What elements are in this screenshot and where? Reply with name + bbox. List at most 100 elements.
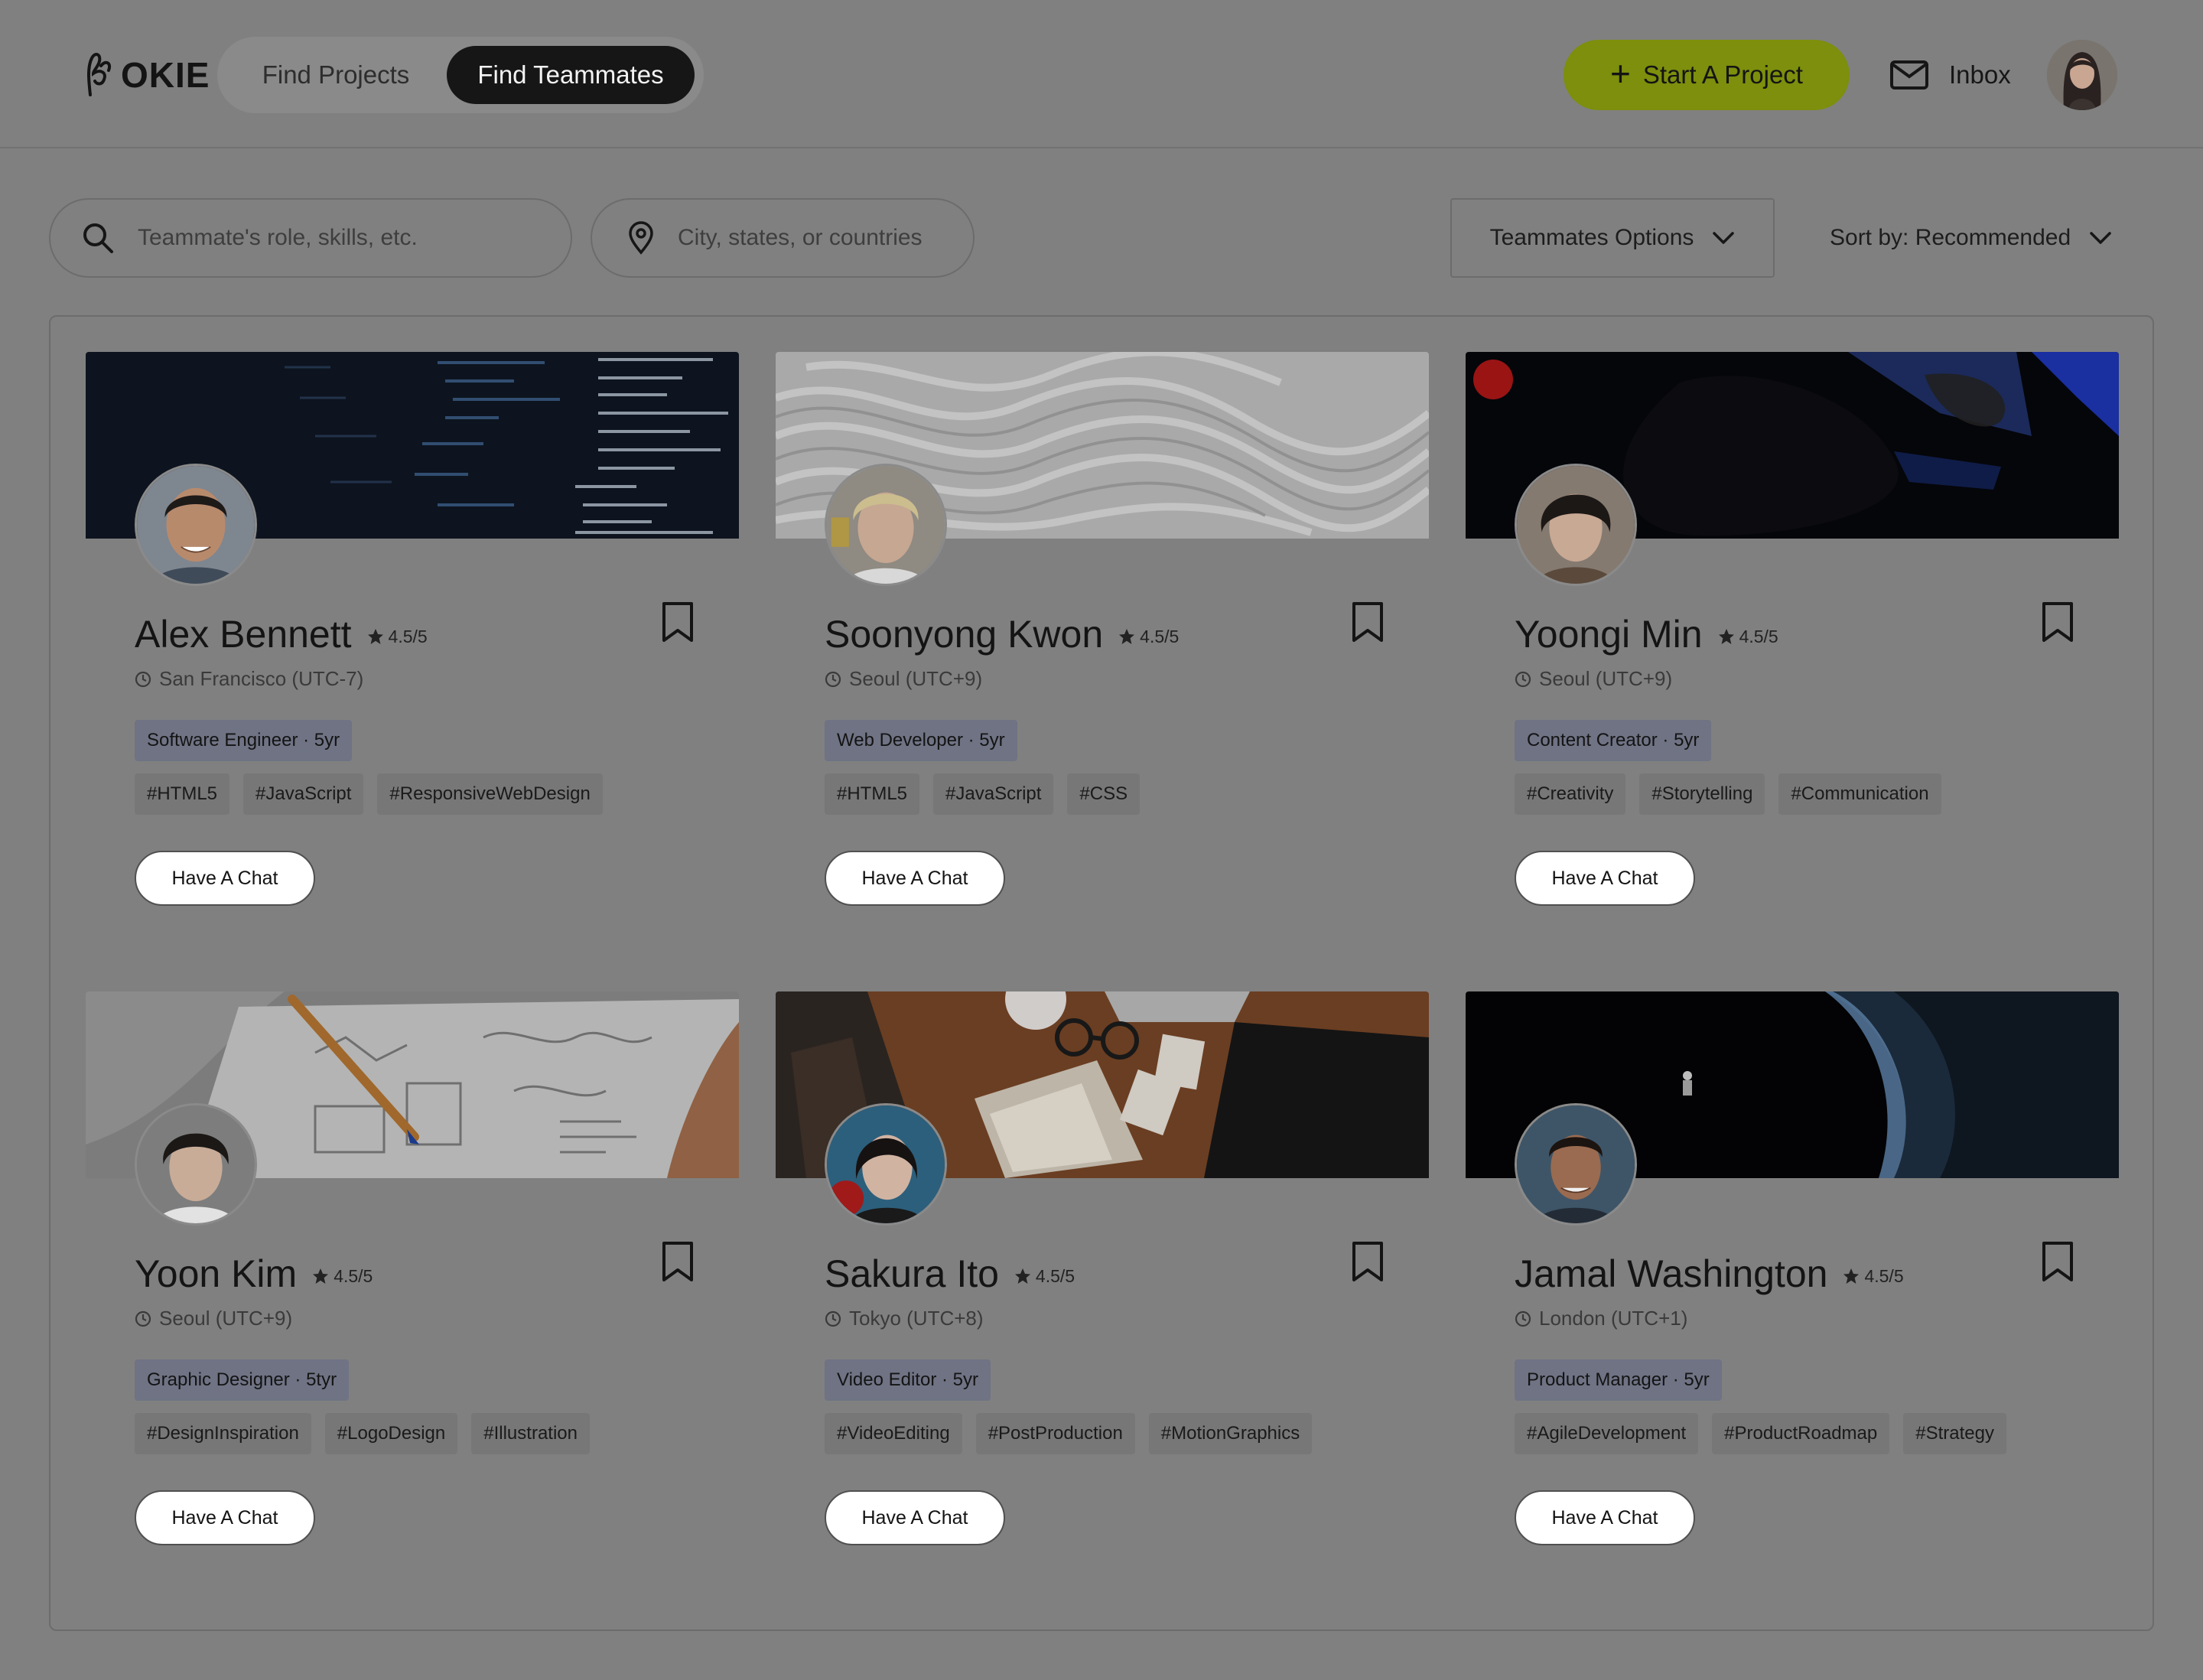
tab-find-teammates[interactable]: Find Teammates [447,46,695,104]
avatar[interactable] [135,464,257,586]
role-badge: Web Developer · 5yr [825,720,1017,761]
sort-dropdown[interactable]: Sort by: Recommended [1830,198,2113,278]
teammate-card: Sakura Ito 4.5/5 Tokyo (UTC+8) Video Edi… [776,991,1429,1545]
teammate-card: Alex Bennett 4.5/5 San Francisco (UTC-7)… [86,352,739,906]
skill-tag[interactable]: #Storytelling [1639,773,1765,815]
okie-logo-icon [87,53,111,96]
teammate-name[interactable]: Yoongi Min [1515,612,1703,656]
skill-tag[interactable]: #Strategy [1903,1413,2006,1454]
teammate-name-row: Soonyong Kwon 4.5/5 [825,612,1179,656]
bookmark-icon[interactable] [1351,601,1385,643]
timezone-label: San Francisco (UTC-7) [159,667,364,690]
rating-value: 4.5/5 [334,1265,373,1286]
teammates-options-dropdown[interactable]: Teammates Options [1450,198,1775,278]
skill-tag[interactable]: #HTML5 [135,773,230,815]
tab-find-projects[interactable]: Find Projects [225,46,447,104]
okie-logo[interactable]: OKIE [81,50,210,99]
avatar[interactable] [135,1103,257,1226]
nav-tabs: Find Projects Find Teammates [217,37,704,113]
location-field[interactable] [591,198,975,278]
have-a-chat-button[interactable]: Have A Chat [1515,1490,1695,1545]
chevron-down-icon [1713,232,1735,244]
rating: 4.5/5 [1118,627,1179,647]
top-navigation: OKIE Find Projects Find Teammates + Star… [0,0,2203,148]
teammates-options-label: Teammates Options [1489,225,1694,250]
rating-value: 4.5/5 [1035,1265,1075,1286]
timezone-label: Seoul (UTC+9) [1539,667,1673,690]
skill-tag[interactable]: #MotionGraphics [1148,1413,1313,1454]
teammate-timezone: Seoul (UTC+9) [1515,667,1672,691]
avatar[interactable] [1515,464,1637,586]
avatar[interactable] [1515,1103,1637,1226]
bookmark-icon[interactable] [2041,1241,2074,1282]
location-pin-icon [629,221,653,255]
rating: 4.5/5 [1843,1266,1904,1287]
bookmark-icon[interactable] [661,601,695,643]
rating: 4.5/5 [1718,627,1778,647]
bookmark-icon[interactable] [1351,1241,1385,1282]
skill-tag[interactable]: #JavaScript [933,773,1054,815]
avatar[interactable] [825,464,947,586]
have-a-chat-button[interactable]: Have A Chat [135,851,315,906]
user-avatar[interactable] [2047,40,2117,110]
role-badge: Video Editor · 5yr [825,1359,991,1401]
teammate-name-row: Yoongi Min 4.5/5 [1515,612,1778,656]
skill-tag[interactable]: #Creativity [1515,773,1626,815]
clock-icon [1515,671,1531,687]
teammate-timezone: Tokyo (UTC+8) [825,1307,984,1330]
teammate-timezone: London (UTC+1) [1515,1307,1687,1330]
bookmark-icon[interactable] [661,1241,695,1282]
rating-value: 4.5/5 [1739,626,1778,646]
teammate-name[interactable]: Jamal Washington [1515,1252,1827,1296]
skill-tag[interactable]: #ResponsiveWebDesign [377,773,603,815]
rating: 4.5/5 [1014,1266,1075,1287]
role-badge: Content Creator · 5yr [1515,720,1712,761]
role-badge: Software Engineer · 5yr [135,720,353,761]
skill-tag[interactable]: #DesignInspiration [135,1413,311,1454]
clock-icon [135,671,151,687]
skill-tag[interactable]: #VideoEditing [825,1413,962,1454]
skill-tag[interactable]: #JavaScript [243,773,364,815]
skill-tag[interactable]: #HTML5 [825,773,920,815]
teammate-timezone: San Francisco (UTC-7) [135,667,363,691]
skill-tag[interactable]: #ProductRoadmap [1712,1413,1890,1454]
skill-tag[interactable]: #AgileDevelopment [1515,1413,1699,1454]
start-project-button[interactable]: + Start A Project [1564,40,1850,110]
teammate-card: Yoon Kim 4.5/5 Seoul (UTC+9) Graphic Des… [86,991,739,1545]
plus-icon: + [1610,54,1631,93]
bookmark-icon[interactable] [2041,601,2074,643]
skill-tag[interactable]: #Communication [1778,773,1941,815]
inbox-link[interactable]: Inbox [1889,50,2011,99]
skill-tag[interactable]: #PostProduction [975,1413,1135,1454]
have-a-chat-button[interactable]: Have A Chat [1515,851,1695,906]
have-a-chat-button[interactable]: Have A Chat [825,1490,1005,1545]
skill-tags: #HTML5 #JavaScript #ResponsiveWebDesign [135,773,603,815]
inbox-label: Inbox [1949,60,2011,89]
timezone-label: London (UTC+1) [1539,1307,1688,1330]
start-project-label: Start A Project [1642,60,1803,89]
chevron-down-icon [2090,232,2111,244]
teammate-name[interactable]: Sakura Ito [825,1252,999,1296]
have-a-chat-button[interactable]: Have A Chat [825,851,1005,906]
star-icon [313,1268,329,1284]
search-input[interactable] [138,225,571,251]
teammate-name[interactable]: Soonyong Kwon [825,612,1103,656]
skill-tags: #Creativity #Storytelling #Communication [1515,773,1941,815]
timezone-label: Seoul (UTC+9) [849,667,983,690]
star-icon [1014,1268,1030,1284]
have-a-chat-button[interactable]: Have A Chat [135,1490,315,1545]
teammate-card: Jamal Washington 4.5/5 London (UTC+1) Pr… [1466,991,2119,1545]
teammate-timezone: Seoul (UTC+9) [135,1307,292,1330]
search-field[interactable] [49,198,572,278]
skill-tags: #VideoEditing #PostProduction #MotionGra… [825,1413,1313,1454]
avatar[interactable] [825,1103,947,1226]
skill-tag[interactable]: #LogoDesign [324,1413,458,1454]
role-badge: Product Manager · 5yr [1515,1359,1722,1401]
timezone-label: Seoul (UTC+9) [159,1307,293,1330]
skill-tag[interactable]: #Illustration [471,1413,590,1454]
skill-tag[interactable]: #CSS [1067,773,1141,815]
location-input[interactable] [678,225,973,251]
teammate-name[interactable]: Yoon Kim [135,1252,297,1296]
logo-text: OKIE [121,55,210,95]
teammate-name[interactable]: Alex Bennett [135,612,352,656]
